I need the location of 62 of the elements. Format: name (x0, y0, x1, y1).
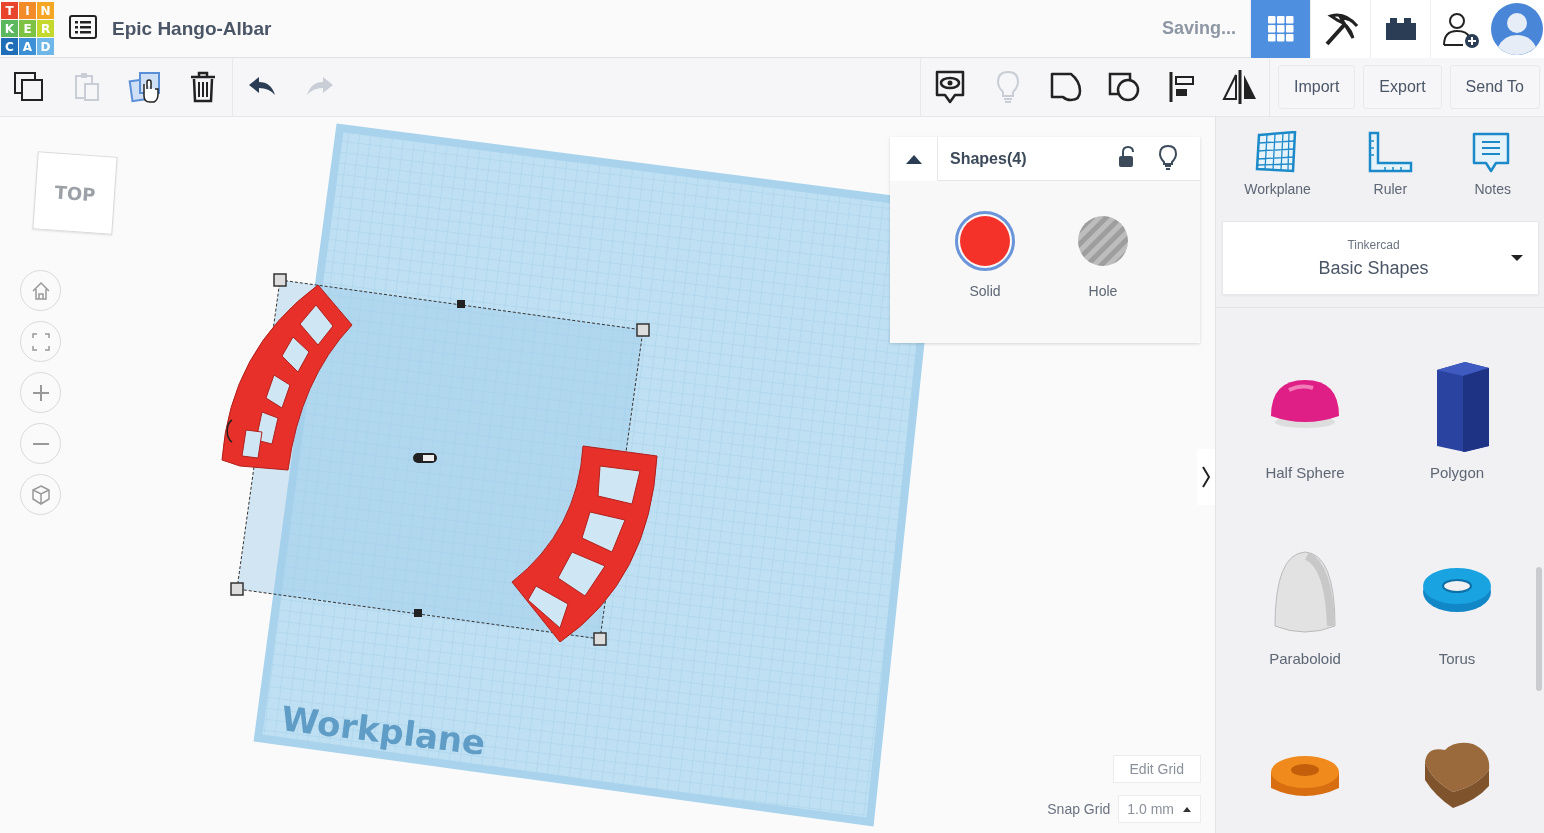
light-bulb-icon (1158, 143, 1178, 170)
caret-icon (1182, 806, 1192, 812)
trash-icon (189, 71, 217, 103)
menu-icon (69, 15, 97, 39)
unlock-icon (1118, 145, 1136, 168)
snap-grid-label: Snap Grid (1047, 801, 1111, 817)
inspector-title: Shapes(4) (950, 149, 1028, 168)
grid-icon (1265, 13, 1296, 44)
panel-tool-button[interactable]: Workplane (1244, 131, 1311, 217)
caret-icon (1510, 254, 1524, 262)
snap-grid-dropdown[interactable]: 1.0 mm (1118, 795, 1201, 823)
shape-tile[interactable]: Polygon (1382, 360, 1532, 528)
cube-icon (29, 483, 52, 506)
align-icon (1168, 71, 1196, 103)
group-icon (1049, 71, 1083, 103)
library-name: Basic Shapes (1317, 257, 1430, 279)
zoom-out-icon (32, 442, 49, 445)
toolbar-text-button[interactable]: Send To (1449, 65, 1540, 109)
panel-tool-button[interactable]: Ruler (1367, 131, 1414, 217)
avatar-button[interactable] (1490, 0, 1544, 58)
view-control-button[interactable] (20, 474, 61, 515)
panel-tool-button[interactable]: Notes (1469, 131, 1516, 217)
redo-icon (305, 76, 335, 98)
collapse-button[interactable] (890, 136, 938, 181)
curved-ladder-shape[interactable] (511, 445, 658, 643)
library-source-label: Tinkercad (1346, 237, 1401, 252)
toolbar-text-button[interactable]: Export (1363, 65, 1442, 109)
avatar-icon (1490, 1, 1544, 56)
curved-ladder-shape[interactable] (221, 284, 353, 471)
shape-tile[interactable]: Torus (1382, 546, 1532, 714)
view-tab[interactable] (1370, 0, 1430, 58)
copy-icon (13, 71, 45, 103)
solid-swatch-icon (959, 215, 1011, 267)
undo-icon (247, 76, 277, 98)
duplicate-icon (128, 70, 162, 104)
hole-swatch-icon (1077, 215, 1129, 267)
ruler-icon (1367, 131, 1414, 175)
workplane-label: Workplane (279, 698, 488, 763)
edit-grid-button[interactable]: Edit Grid (1112, 755, 1201, 783)
saving-status: Saving... (1161, 18, 1236, 39)
view-tab[interactable] (1310, 0, 1370, 58)
panel-toggle-button[interactable] (1197, 449, 1215, 505)
height-handle-icon[interactable] (413, 453, 437, 463)
chevron-right-icon (1201, 465, 1211, 489)
fit-view-icon (29, 330, 52, 353)
shape-library-dropdown[interactable]: Tinkercad Basic Shapes (1222, 221, 1539, 295)
rotate-handle-icon[interactable] (226, 419, 233, 443)
ungroup-icon (1107, 71, 1141, 103)
shape-tile[interactable]: Half Sphere (1230, 360, 1380, 528)
paste-icon (73, 72, 101, 102)
view-control-button[interactable] (20, 372, 61, 413)
tinkercad-logo[interactable]: T I N K E R C A D (1, 2, 54, 55)
shape-tile[interactable]: Paraboloid (1230, 546, 1380, 714)
mirror-icon (1221, 69, 1259, 105)
invite-user-button[interactable] (1430, 0, 1490, 58)
toolbar-text-button[interactable]: Import (1278, 65, 1356, 109)
design-title: Epic Hango-Albar (112, 17, 272, 40)
brick-icon (1383, 15, 1418, 42)
light-bulb-icon (995, 70, 1021, 104)
caret-icon (904, 153, 923, 164)
shape-type-option[interactable]: Hole (1073, 211, 1133, 299)
eye-icon (933, 69, 967, 105)
